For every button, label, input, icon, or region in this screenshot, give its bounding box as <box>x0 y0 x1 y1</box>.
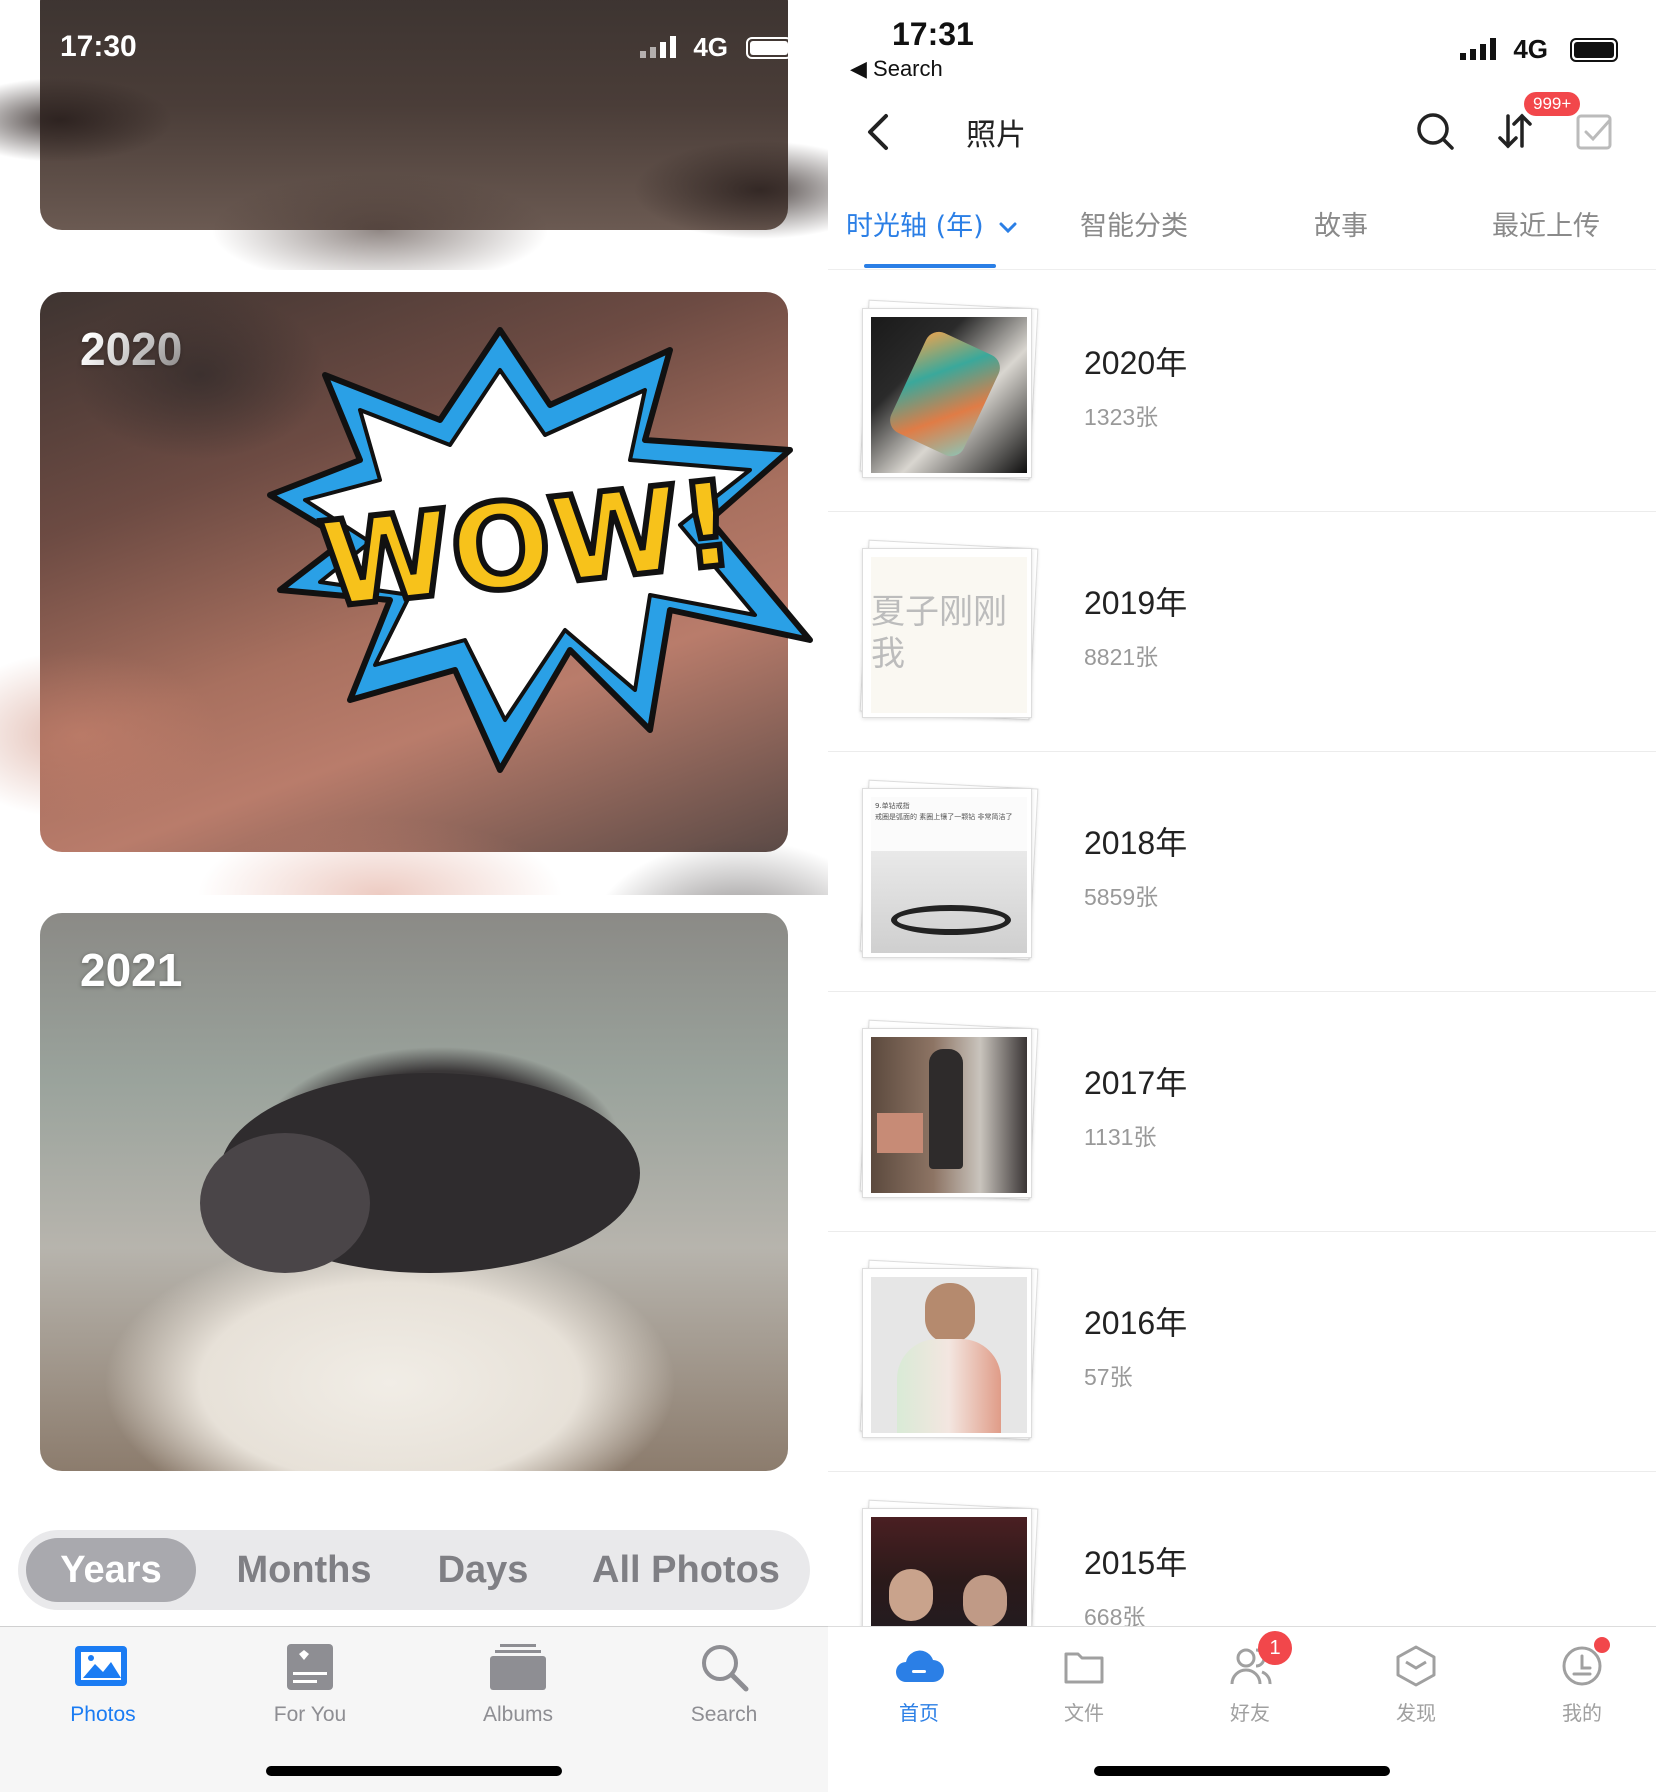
network-label: 4G <box>693 32 728 62</box>
year-row-2019[interactable]: 夏子刚刚 我 2019年 8821张 <box>828 512 1656 752</box>
network-label: 4G <box>1513 34 1548 64</box>
photo-count: 1323张 <box>1084 404 1159 430</box>
profile-notification-dot <box>1594 1637 1610 1653</box>
ios-photos-screen: 2020 WOW! 2021 17:30 4G Years Months <box>0 0 828 1792</box>
tab-smart-category[interactable]: 智能分类 <box>1080 204 1188 243</box>
tab-search[interactable]: Search <box>644 1637 804 1727</box>
home-indicator[interactable] <box>1094 1766 1390 1776</box>
battery-icon <box>746 37 792 59</box>
transfer-count-badge: 999+ <box>1524 92 1581 116</box>
view-segmented-control: Years Months Days All Photos <box>18 1530 810 1610</box>
tab-label: Photos <box>70 1703 136 1726</box>
tab-timeline-year[interactable]: 时光轴 (年) <box>846 204 1018 243</box>
thumb-image-ring: 9.单钻戒指 戒圈是弧面的 素圈上镶了一颗钻 非常简洁了 <box>871 797 1027 953</box>
category-tabs: 时光轴 (年) 智能分类 故事 最近上传 <box>828 180 1656 270</box>
signal-icon <box>1460 38 1496 60</box>
back-chevron-icon[interactable] <box>858 110 898 154</box>
thumb-caption-body: 戒圈是弧面的 素圈上镶了一颗钻 非常简洁了 <box>875 813 1013 821</box>
status-time: 17:30 <box>60 30 137 63</box>
year-label: 2020年 <box>1084 345 1188 381</box>
year-label: 2017年 <box>1084 1065 1188 1101</box>
year-label: 2019年 <box>1084 585 1188 621</box>
search-icon[interactable] <box>1414 110 1456 152</box>
year-row-2016[interactable]: 2016年 57张 <box>828 1232 1656 1472</box>
tab-label: Albums <box>482 1703 554 1726</box>
year-thumbnail: 9.单钻戒指 戒圈是弧面的 素圈上镶了一颗钻 非常简洁了 <box>858 779 1039 962</box>
thumb-caption-title: 9.单钻戒指 <box>875 802 910 810</box>
tab-label: 时光轴 (年) <box>846 211 984 242</box>
year-thumbnail <box>858 1259 1039 1442</box>
screenshot-root: 2020 WOW! 2021 17:30 4G Years Months <box>0 0 1656 1792</box>
page-title: 照片 <box>966 118 1026 153</box>
tab-stories[interactable]: 故事 <box>1314 204 1368 243</box>
cloud-home-icon <box>896 1650 944 1682</box>
status-bar: 17:31 ◀ Search 4G <box>828 0 1656 90</box>
tab-discover[interactable]: 发现 <box>1356 1641 1476 1726</box>
year-card-2021[interactable]: 2021 <box>40 913 788 1471</box>
signal-icon <box>640 36 676 58</box>
tab-label: 文件 <box>1064 1701 1104 1725</box>
active-tab-indicator <box>864 264 996 268</box>
year-list: 2020年 1323张 夏子刚刚 我 2019年 8821张 9.单钻戒指 戒圈… <box>828 272 1656 1712</box>
tab-albums[interactable]: Albums <box>438 1637 598 1727</box>
albums-icon <box>490 1644 546 1690</box>
friends-notification-badge: 1 <box>1258 1631 1292 1665</box>
nav-bar: 照片 999+ <box>828 92 1656 174</box>
netdisk-photos-screen: 17:31 ◀ Search 4G 照片 999+ 时光轴 (年) 智能分类 故… <box>828 0 1656 1792</box>
folder-icon <box>1064 1652 1104 1684</box>
bottom-tab-bar: 首页 文件 好友 1 发现 我的 <box>828 1626 1656 1792</box>
tab-label: 发现 <box>1396 1701 1436 1725</box>
tab-label: Search <box>690 1703 758 1726</box>
discover-icon <box>1396 1645 1436 1687</box>
tab-recent-uploads[interactable]: 最近上传 <box>1492 204 1600 243</box>
for-you-icon <box>287 1644 333 1690</box>
tab-label: 我的 <box>1562 1701 1602 1725</box>
thumb-image-text: 夏子刚刚 我 <box>871 557 1027 713</box>
thumb-image-man-portrait <box>871 1277 1027 1433</box>
tab-label: For You <box>273 1703 347 1726</box>
year-label: 2016年 <box>1084 1305 1188 1341</box>
chevron-down-icon <box>999 222 1017 233</box>
select-checkbox-icon[interactable] <box>1574 110 1616 152</box>
status-time: 17:31 <box>892 16 974 52</box>
tab-friends[interactable]: 好友 <box>1190 1641 1310 1726</box>
year-thumbnail: 夏子刚刚 我 <box>858 539 1039 722</box>
year-row-2020[interactable]: 2020年 1323张 <box>828 272 1656 512</box>
tab-files[interactable]: 文件 <box>1024 1641 1144 1726</box>
year-thumbnail <box>858 299 1039 482</box>
tab-photos[interactable]: Photos <box>23 1637 183 1727</box>
home-indicator[interactable] <box>266 1766 562 1776</box>
year-row-2017[interactable]: 2017年 1131张 <box>828 992 1656 1232</box>
segment-all-photos[interactable]: All Photos <box>576 1538 796 1602</box>
tab-home[interactable]: 首页 <box>859 1641 979 1726</box>
wow-sticker: WOW! <box>267 327 813 773</box>
photo-count: 1131张 <box>1084 1124 1157 1150</box>
photo-count: 57张 <box>1084 1364 1133 1390</box>
thumb-caption: 夏子刚刚 我 <box>871 592 1007 674</box>
battery-icon <box>1570 38 1618 62</box>
thumb-image-phone-case <box>871 317 1027 473</box>
cat-photo-head <box>200 1133 370 1273</box>
tab-label: 好友 <box>1230 1701 1270 1725</box>
year-row-2018[interactable]: 9.单钻戒指 戒圈是弧面的 素圈上镶了一颗钻 非常简洁了 2018年 5859张 <box>828 752 1656 992</box>
segment-years[interactable]: Years <box>26 1538 196 1602</box>
thumb-image-person-room <box>871 1037 1027 1193</box>
photos-icon <box>75 1646 127 1686</box>
photo-count: 8821张 <box>1084 644 1159 670</box>
tab-profile[interactable]: 我的 <box>1522 1641 1642 1726</box>
year-label: 2018年 <box>1084 825 1188 861</box>
segment-months[interactable]: Months <box>214 1538 394 1602</box>
status-bar: 17:30 4G <box>0 0 828 100</box>
photo-count: 5859张 <box>1084 884 1159 910</box>
transfer-sort-icon[interactable] <box>1494 110 1536 152</box>
tab-for-you[interactable]: For You <box>230 1637 390 1727</box>
search-icon <box>702 1645 749 1692</box>
back-to-app-link[interactable]: ◀ Search <box>850 56 943 82</box>
year-card-label: 2021 <box>80 944 183 996</box>
year-label: 2015年 <box>1084 1545 1188 1581</box>
tab-bar: Photos For You Albums Search <box>0 1626 828 1792</box>
tab-label: 首页 <box>899 1701 939 1725</box>
year-thumbnail <box>858 1019 1039 1202</box>
segment-days[interactable]: Days <box>408 1538 558 1602</box>
